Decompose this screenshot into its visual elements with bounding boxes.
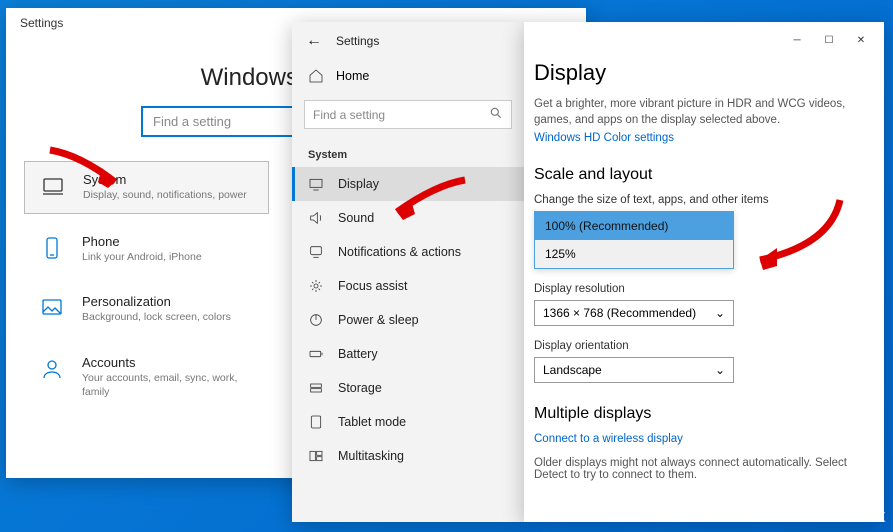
watermark: UGETFIX bbox=[815, 509, 887, 526]
resolution-dropdown[interactable]: 1366 × 768 (Recommended) ⌄ bbox=[534, 300, 734, 326]
window-controls: ─ ☐ ✕ bbox=[782, 28, 876, 52]
tile-title: System bbox=[83, 172, 247, 187]
nav-label: Home bbox=[336, 69, 369, 83]
personalization-icon bbox=[38, 294, 66, 322]
window-title: Settings bbox=[20, 16, 63, 30]
nav-label: Display bbox=[338, 177, 379, 191]
page-title: Display bbox=[534, 60, 868, 86]
scale-option-100[interactable]: 100% (Recommended) bbox=[535, 212, 733, 240]
back-button[interactable]: ← bbox=[306, 32, 322, 50]
home-icon bbox=[308, 68, 324, 84]
nav-power-sleep[interactable]: Power & sleep bbox=[292, 303, 524, 337]
minimize-button[interactable]: ─ bbox=[782, 28, 812, 52]
nav-label: Tablet mode bbox=[338, 415, 406, 429]
nav-label: Battery bbox=[338, 347, 378, 361]
resolution-label: Display resolution bbox=[534, 283, 868, 295]
search-placeholder: Find a setting bbox=[313, 108, 385, 122]
window-header: ← Settings bbox=[292, 22, 524, 60]
older-displays-text: Older displays might not always connect … bbox=[534, 457, 868, 481]
chevron-down-icon: ⌄ bbox=[715, 306, 725, 320]
nav-label: Notifications & actions bbox=[338, 245, 461, 259]
nav-sound[interactable]: Sound bbox=[292, 201, 524, 235]
orientation-label: Display orientation bbox=[534, 340, 868, 352]
search-icon bbox=[489, 106, 503, 123]
tile-title: Phone bbox=[82, 234, 202, 249]
maximize-button[interactable]: ☐ bbox=[814, 28, 844, 52]
notifications-icon bbox=[308, 244, 324, 260]
nav-home[interactable]: Home bbox=[292, 60, 524, 92]
power-icon bbox=[308, 312, 324, 328]
search-input[interactable]: Find a setting bbox=[304, 100, 512, 129]
tile-subtitle: Your accounts, email, sync, work, family bbox=[82, 372, 255, 399]
accounts-icon bbox=[38, 355, 66, 383]
tile-phone[interactable]: Phone Link your Android, iPhone bbox=[24, 224, 269, 275]
nav-label: Sound bbox=[338, 211, 374, 225]
nav-multitasking[interactable]: Multitasking bbox=[292, 439, 524, 473]
scale-layout-heading: Scale and layout bbox=[534, 166, 868, 184]
nav-label: Focus assist bbox=[338, 279, 407, 293]
battery-icon bbox=[308, 346, 324, 362]
tile-system[interactable]: System Display, sound, notifications, po… bbox=[24, 161, 269, 214]
tile-subtitle: Background, lock screen, colors bbox=[82, 311, 231, 325]
tile-subtitle: Link your Android, iPhone bbox=[82, 251, 202, 265]
display-settings-window: ─ ☐ ✕ Display Get a brighter, more vibra… bbox=[524, 22, 884, 522]
orientation-value: Landscape bbox=[543, 363, 602, 377]
tile-title: Personalization bbox=[82, 294, 231, 309]
section-label: System bbox=[292, 137, 524, 167]
focus-icon bbox=[308, 278, 324, 294]
nav-focus-assist[interactable]: Focus assist bbox=[292, 269, 524, 303]
search-placeholder: Find a setting bbox=[153, 114, 231, 129]
scale-option-125[interactable]: 125% bbox=[535, 240, 733, 268]
window-title: Settings bbox=[336, 34, 379, 48]
scale-dropdown-open[interactable]: 100% (Recommended) 125% bbox=[534, 211, 734, 269]
hd-color-link[interactable]: Windows HD Color settings bbox=[534, 132, 868, 144]
tile-subtitle: Display, sound, notifications, power bbox=[83, 189, 247, 203]
scale-label: Change the size of text, apps, and other… bbox=[534, 194, 868, 206]
chevron-down-icon: ⌄ bbox=[715, 363, 725, 377]
orientation-dropdown[interactable]: Landscape ⌄ bbox=[534, 357, 734, 383]
window-titlebar: ─ ☐ ✕ bbox=[524, 22, 884, 52]
settings-system-sidebar-window: ← Settings Home Find a setting System Di… bbox=[292, 22, 524, 522]
display-icon bbox=[308, 176, 324, 192]
multitasking-icon bbox=[308, 448, 324, 464]
close-button[interactable]: ✕ bbox=[846, 28, 876, 52]
multiple-displays-heading: Multiple displays bbox=[534, 405, 868, 423]
tile-personalization[interactable]: Personalization Background, lock screen,… bbox=[24, 284, 269, 335]
wireless-display-link[interactable]: Connect to a wireless display bbox=[534, 433, 868, 445]
system-icon bbox=[39, 172, 67, 200]
tile-accounts[interactable]: Accounts Your accounts, email, sync, wor… bbox=[24, 345, 269, 409]
nav-battery[interactable]: Battery bbox=[292, 337, 524, 371]
nav-label: Storage bbox=[338, 381, 382, 395]
sound-icon bbox=[308, 210, 324, 226]
resolution-value: 1366 × 768 (Recommended) bbox=[543, 306, 696, 320]
nav-display[interactable]: Display bbox=[292, 167, 524, 201]
storage-icon bbox=[308, 380, 324, 396]
page-description: Get a brighter, more vibrant picture in … bbox=[534, 96, 868, 128]
phone-icon bbox=[38, 234, 66, 262]
nav-label: Power & sleep bbox=[338, 313, 419, 327]
nav-label: Multitasking bbox=[338, 449, 404, 463]
nav-tablet-mode[interactable]: Tablet mode bbox=[292, 405, 524, 439]
tablet-icon bbox=[308, 414, 324, 430]
tile-title: Accounts bbox=[82, 355, 255, 370]
nav-storage[interactable]: Storage bbox=[292, 371, 524, 405]
nav-notifications[interactable]: Notifications & actions bbox=[292, 235, 524, 269]
